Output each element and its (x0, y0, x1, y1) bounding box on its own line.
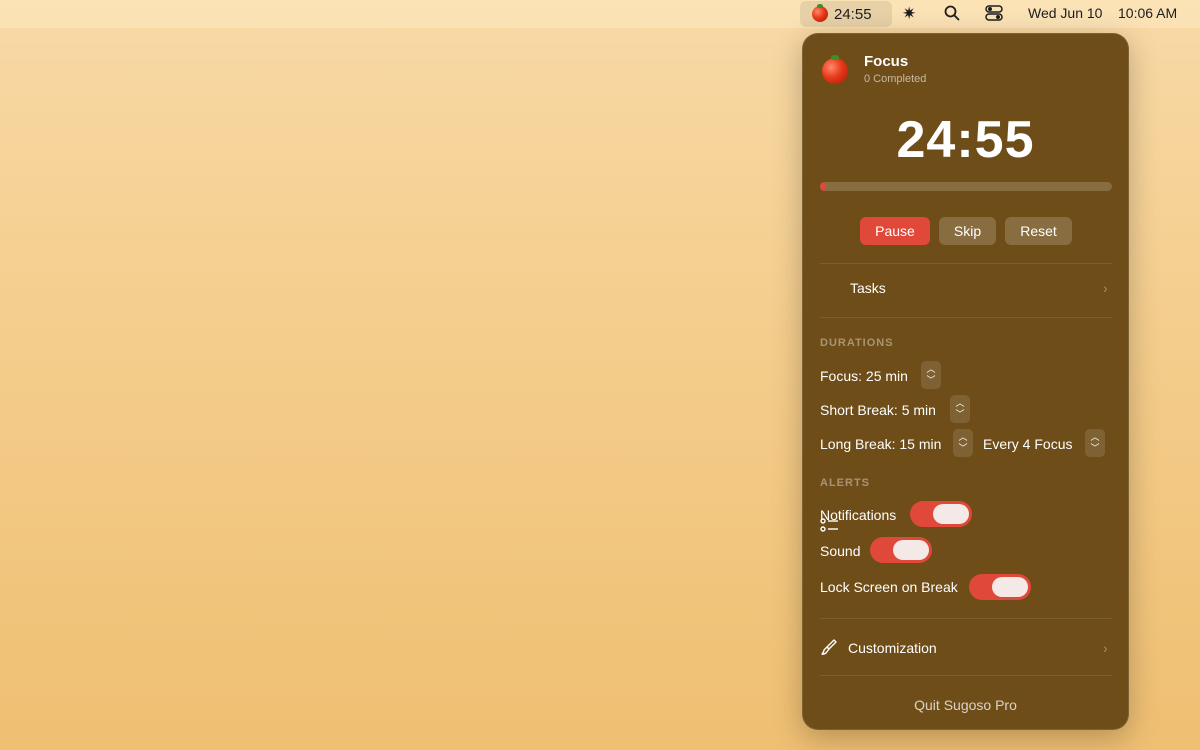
toggle-knob (992, 577, 1028, 597)
skip-button[interactable]: Skip (939, 217, 996, 245)
progress-bar (820, 182, 1112, 191)
toggle-knob (893, 540, 929, 560)
divider (820, 263, 1112, 264)
customization-row[interactable]: Customization › (803, 626, 1128, 668)
pause-button[interactable]: Pause (860, 217, 930, 245)
chevron-right-icon: › (1103, 280, 1108, 296)
chevron-up-icon: ︿ (1090, 432, 1100, 442)
long-break-interval-label: Every 4 Focus (983, 436, 1073, 452)
tomato-icon (822, 55, 848, 84)
menubar-date[interactable]: Wed Jun 10 (1028, 5, 1102, 21)
sound-toggle[interactable] (870, 537, 932, 563)
customization-label: Customization (848, 640, 937, 656)
short-break-stepper[interactable]: ︿ ﹀ (950, 395, 970, 423)
lock-screen-label: Lock Screen on Break (820, 579, 958, 595)
focus-duration-stepper[interactable]: ︿ ﹀ (921, 361, 941, 389)
brightness-icon[interactable]: ✷ (902, 4, 916, 24)
divider (820, 317, 1112, 318)
countdown-display: 24:55 (896, 111, 1035, 169)
paintbrush-icon (821, 639, 837, 656)
control-center-icon[interactable] (985, 4, 1003, 27)
chevron-right-icon: › (1103, 640, 1108, 656)
session-title: Focus (864, 53, 909, 70)
chevron-down-icon: ﹀ (1090, 443, 1100, 453)
chevron-up-icon: ︿ (958, 432, 968, 442)
notifications-toggle[interactable] (910, 501, 972, 527)
divider (820, 675, 1112, 676)
chevron-up-icon: ︿ (955, 398, 965, 408)
long-break-label: Long Break: 15 min (820, 436, 942, 452)
short-break-label: Short Break: 5 min (820, 402, 936, 418)
pomodoro-popover: Focus 0 Completed 24:55 Pause Skip Reset… (802, 33, 1129, 730)
alerts-section-header: ALERTS (820, 477, 870, 489)
menubar-timer-item[interactable]: 24:55 (800, 1, 892, 27)
chevron-down-icon: ﹀ (926, 375, 936, 385)
chevron-down-icon: ﹀ (955, 409, 965, 419)
menubar-time[interactable]: 10:06 AM (1118, 5, 1177, 21)
lock-screen-toggle[interactable] (969, 574, 1031, 600)
tasks-label: Tasks (850, 280, 886, 296)
long-break-interval-stepper[interactable]: ︿ ﹀ (1085, 429, 1105, 457)
long-break-stepper[interactable]: ︿ ﹀ (953, 429, 973, 457)
quit-button[interactable]: Quit Sugoso Pro (803, 697, 1128, 713)
search-icon[interactable] (944, 4, 960, 27)
chevron-down-icon: ﹀ (958, 443, 968, 453)
toggle-knob (933, 504, 969, 524)
focus-duration-label: Focus: 25 min (820, 368, 908, 384)
chevron-up-icon: ︿ (926, 364, 936, 374)
menu-bar: 24:55 ✷ Wed Jun 10 10:06 AM (0, 0, 1200, 28)
menubar-timer-text: 24:55 (834, 5, 872, 23)
durations-section-header: DURATIONS (820, 337, 894, 349)
completed-count: 0 Completed (864, 73, 927, 85)
notifications-label: Notifications (820, 507, 897, 523)
sound-label: Sound (820, 543, 861, 559)
tomato-icon (812, 4, 828, 22)
progress-fill (820, 182, 826, 191)
reset-button[interactable]: Reset (1005, 217, 1072, 245)
divider (820, 618, 1112, 619)
